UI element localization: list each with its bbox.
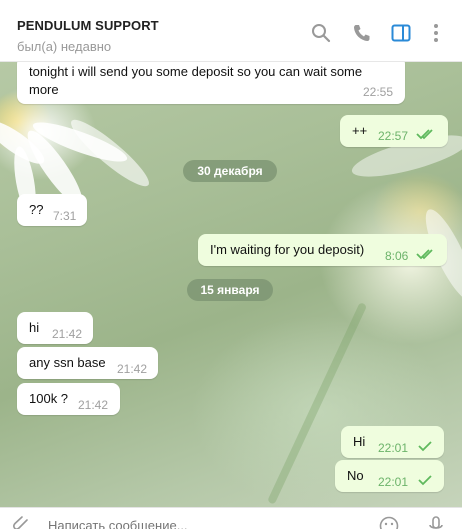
message-incoming[interactable]: 100k ? 21:42 (17, 383, 120, 415)
check-icon (418, 441, 432, 452)
message-time: 22:57 (378, 129, 409, 143)
message-time: 22:01 (378, 441, 409, 455)
message-outgoing[interactable]: I'm waiting for you deposit) 8:06 (198, 234, 447, 266)
message-text: Hi (353, 434, 366, 449)
message-text: No (347, 468, 364, 483)
message-text: I'm waiting for you deposit) (210, 242, 365, 257)
message-outgoing[interactable]: Hi 22:01 (341, 426, 444, 458)
message-incoming[interactable]: any ssn base 21:42 (17, 347, 158, 379)
double-check-icon (416, 129, 433, 140)
message-text: ?? (29, 202, 44, 217)
message-time: 21:42 (78, 398, 109, 412)
phone-icon[interactable] (351, 22, 373, 44)
chat-status: был(а) недавно (17, 39, 112, 54)
message-time: 21:42 (52, 327, 83, 341)
message-text: hi (29, 320, 40, 335)
chat-header: PENDULUM SUPPORT был(а) недавно (0, 0, 462, 62)
message-incoming[interactable]: hi 21:42 (17, 312, 93, 344)
chat-title[interactable]: PENDULUM SUPPORT (17, 18, 159, 33)
chat-background: tonight i will send you some deposit so … (0, 62, 462, 507)
message-time: 8:06 (385, 249, 409, 263)
search-icon[interactable] (310, 22, 332, 44)
more-icon[interactable] (425, 22, 447, 44)
message-composer (0, 507, 462, 529)
attach-icon[interactable] (13, 516, 33, 529)
message-incoming[interactable]: tonight i will send you some deposit so … (17, 62, 405, 104)
message-time: 7:31 (53, 209, 77, 223)
daisy-petal (64, 112, 156, 194)
message-input[interactable] (48, 516, 348, 529)
message-time: 22:55 (362, 85, 393, 99)
message-text: ++ (352, 123, 368, 138)
message-text: tonight i will send you some deposit so … (29, 64, 363, 79)
sidebar-toggle-icon[interactable] (390, 22, 412, 44)
message-time: 21:42 (117, 362, 148, 376)
date-separator: 15 января (187, 279, 273, 301)
check-icon (418, 475, 432, 486)
message-incoming[interactable]: ?? 7:31 (17, 194, 87, 226)
message-outgoing[interactable]: No 22:01 (335, 460, 444, 492)
double-check-icon (416, 249, 433, 260)
date-separator: 30 декабря (183, 160, 277, 182)
message-text: more (29, 82, 59, 97)
message-outgoing[interactable]: ++ 22:57 (340, 115, 448, 147)
message-text: 100k ? (29, 391, 69, 406)
microphone-icon[interactable] (426, 516, 446, 529)
message-time: 22:01 (378, 475, 409, 489)
message-text: any ssn base (29, 355, 106, 370)
emoji-icon[interactable] (379, 516, 399, 529)
